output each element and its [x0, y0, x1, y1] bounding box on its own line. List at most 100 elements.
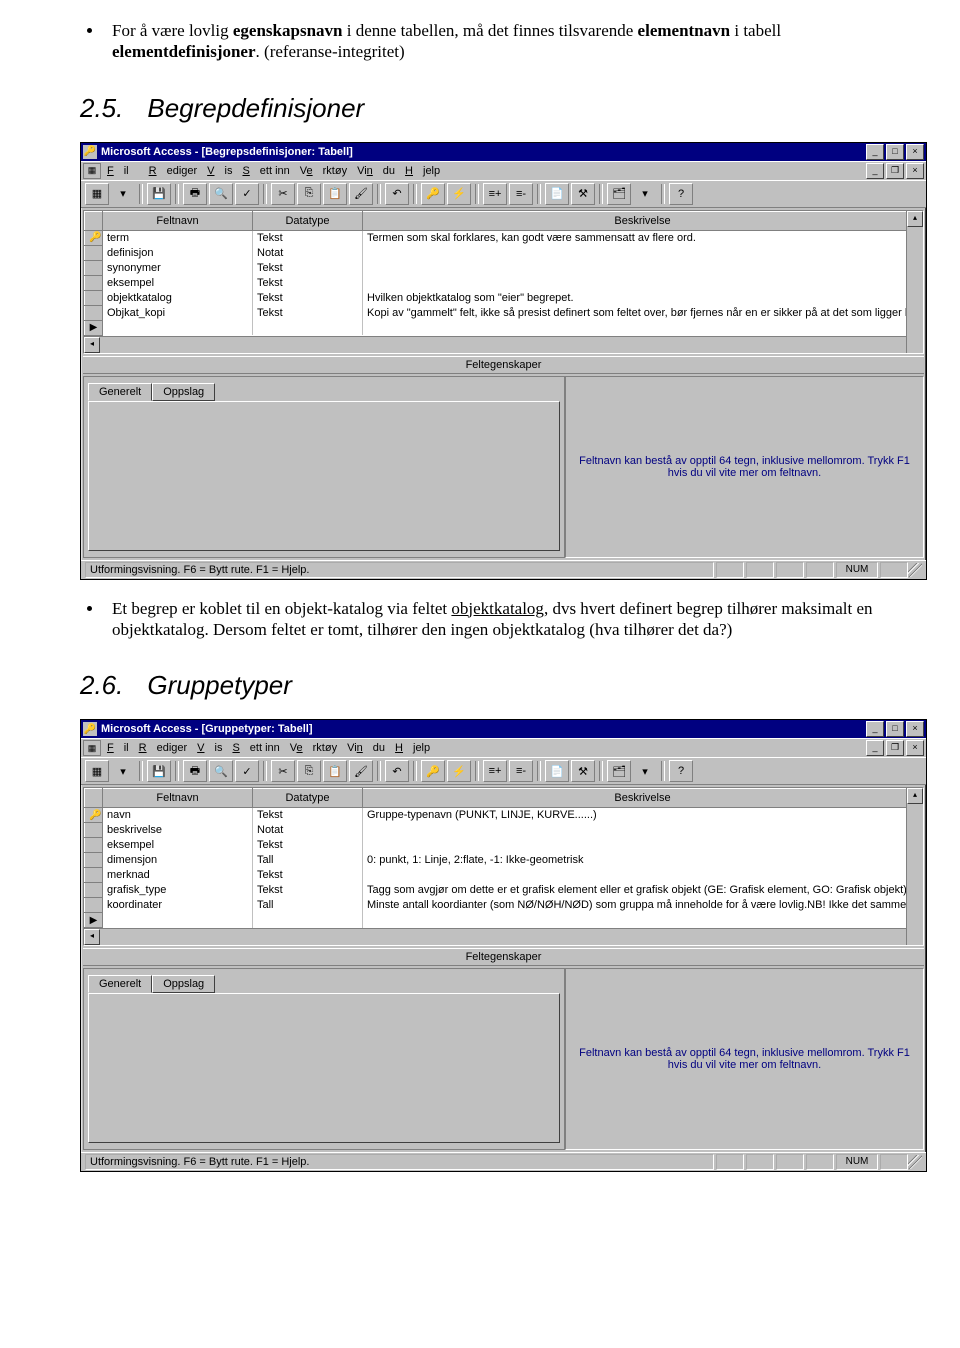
view-button[interactable]: ▦	[85, 760, 109, 782]
grid-row[interactable]: objektkatalogTekstHvilken objektkatalog …	[85, 290, 923, 305]
copy-button[interactable]: ⎘	[297, 760, 321, 782]
resize-grip-icon[interactable]	[908, 1155, 922, 1169]
menu-vis[interactable]: Vis	[197, 742, 222, 754]
doc-close-button[interactable]: ×	[906, 740, 924, 756]
grid-row[interactable]: synonymerTekst	[85, 260, 923, 275]
cut-button[interactable]: ✂	[271, 183, 295, 205]
grid-row[interactable]: ▶	[85, 320, 923, 335]
paste-button[interactable]: 📋	[323, 183, 347, 205]
delete-rows-button[interactable]: ≡-	[509, 760, 533, 782]
h-scrollbar[interactable]: ◂▸	[84, 928, 923, 945]
tab-generelt[interactable]: Generelt	[88, 975, 152, 993]
view-dropdown[interactable]: ▾	[111, 760, 135, 782]
section-2-5-heading: 2.5.Begrepdefinisjoner	[80, 93, 900, 124]
format-button[interactable]: 🖌	[349, 760, 373, 782]
build-button[interactable]: ⚒	[571, 183, 595, 205]
menu-rediger[interactable]: Rediger	[149, 165, 198, 177]
tab-oppslag[interactable]: Oppslag	[152, 383, 215, 401]
close-button[interactable]: ×	[906, 144, 924, 160]
insert-rows-button[interactable]: ≡+	[483, 183, 507, 205]
menu-rediger[interactable]: Rediger	[139, 742, 188, 754]
menu-vis[interactable]: Vis	[207, 165, 232, 177]
spell-button[interactable]: ✓	[235, 760, 259, 782]
key-button[interactable]: 🔑	[421, 760, 445, 782]
maximize-button[interactable]: □	[886, 721, 904, 737]
cut-button[interactable]: ✂	[271, 760, 295, 782]
spell-button[interactable]: ✓	[235, 183, 259, 205]
minimize-button[interactable]: _	[866, 721, 884, 737]
insert-rows-button[interactable]: ≡+	[483, 760, 507, 782]
menu-vindu[interactable]: Vindu	[357, 165, 395, 177]
menubar[interactable]: Fil Rediger Vis Sett inn Verktøy Vindu H…	[105, 165, 866, 177]
grid-row[interactable]: koordinaterTallMinste antall koordianter…	[85, 898, 923, 913]
dbwindow-drop[interactable]: ▾	[633, 760, 657, 782]
save-button[interactable]: 💾	[147, 760, 171, 782]
dbwindow-button[interactable]: 🗂	[607, 183, 631, 205]
undo-button[interactable]: ↶	[385, 760, 409, 782]
print-button[interactable]: 🖶	[183, 183, 207, 205]
h-scrollbar[interactable]: ◂▸	[84, 336, 923, 353]
build-button[interactable]: ⚒	[571, 760, 595, 782]
grid-row[interactable]: ▶	[85, 913, 923, 928]
help-button[interactable]: ?	[669, 183, 693, 205]
grid-row[interactable]: Objkat_kopiTekstKopi av "gammelt" felt, …	[85, 305, 923, 320]
close-button[interactable]: ×	[906, 721, 924, 737]
titlebar[interactable]: 🔑 Microsoft Access - [Gruppetyper: Tabel…	[81, 720, 926, 738]
doc-restore-button[interactable]: ❐	[886, 163, 904, 179]
design-grid[interactable]: Feltnavn Datatype Beskrivelse 🔑termTekst…	[83, 210, 924, 354]
dbwindow-drop[interactable]: ▾	[633, 183, 657, 205]
titlebar[interactable]: 🔑 Microsoft Access - [Begrepsdefinisjone…	[81, 143, 926, 161]
grid-row[interactable]: dimensjonTall0: punkt, 1: Linje, 2:flate…	[85, 853, 923, 868]
grid-row[interactable]: 🔑navnTekstGruppe-typenavn (PUNKT, LINJE,…	[85, 808, 923, 823]
lightning-button[interactable]: ⚡	[447, 183, 471, 205]
tab-generelt[interactable]: Generelt	[88, 383, 152, 401]
menu-settinn[interactable]: Sett inn	[232, 742, 279, 754]
grid-row[interactable]: definisjonNotat	[85, 245, 923, 260]
tab-oppslag[interactable]: Oppslag	[152, 975, 215, 993]
grid-row[interactable]: eksempelTekst	[85, 275, 923, 290]
preview-button[interactable]: 🔍	[209, 183, 233, 205]
doc-restore-button[interactable]: ❐	[886, 740, 904, 756]
delete-rows-button[interactable]: ≡-	[509, 183, 533, 205]
menu-settinn[interactable]: Sett inn	[242, 165, 289, 177]
menu-verktoy[interactable]: Verktøy	[300, 165, 347, 177]
access-window-begrep: 🔑 Microsoft Access - [Begrepsdefinisjone…	[80, 142, 927, 580]
menu-verktoy[interactable]: Verktøy	[290, 742, 337, 754]
paste-button[interactable]: 📋	[323, 760, 347, 782]
copy-button[interactable]: ⎘	[297, 183, 321, 205]
grid-row[interactable]: eksempelTekst	[85, 838, 923, 853]
grid-row[interactable]: 🔑termTekstTermen som skal forklares, kan…	[85, 230, 923, 245]
minimize-button[interactable]: _	[866, 144, 884, 160]
resize-grip-icon[interactable]	[908, 563, 922, 577]
print-button[interactable]: 🖶	[183, 760, 207, 782]
help-button[interactable]: ?	[669, 760, 693, 782]
preview-button[interactable]: 🔍	[209, 760, 233, 782]
v-scrollbar[interactable]: ▴	[906, 211, 923, 353]
doc-close-button[interactable]: ×	[906, 163, 924, 179]
view-button[interactable]: ▦	[85, 183, 109, 205]
grid-row[interactable]: beskrivelseNotat	[85, 823, 923, 838]
properties-button[interactable]: 📄	[545, 183, 569, 205]
grid-row[interactable]: merknadTekst	[85, 868, 923, 883]
key-button[interactable]: 🔑	[421, 183, 445, 205]
menu-hjelp[interactable]: Hjelp	[395, 742, 430, 754]
doc-minimize-button[interactable]: _	[866, 163, 884, 179]
maximize-button[interactable]: □	[886, 144, 904, 160]
v-scrollbar[interactable]: ▴	[906, 788, 923, 945]
properties-button[interactable]: 📄	[545, 760, 569, 782]
menu-fil[interactable]: Fil	[107, 742, 129, 754]
lightning-button[interactable]: ⚡	[447, 760, 471, 782]
menu-vindu[interactable]: Vindu	[347, 742, 385, 754]
doc-minimize-button[interactable]: _	[866, 740, 884, 756]
grid-row[interactable]: grafisk_typeTekstTagg som avgjør om dett…	[85, 883, 923, 898]
dbwindow-button[interactable]: 🗂	[607, 760, 631, 782]
menu-fil[interactable]: Fil	[107, 165, 139, 177]
save-button[interactable]: 💾	[147, 183, 171, 205]
view-dropdown[interactable]: ▾	[111, 183, 135, 205]
bullet-2: Et begrep er koblet til en objekt-katalo…	[104, 598, 900, 641]
menu-hjelp[interactable]: Hjelp	[405, 165, 440, 177]
menubar[interactable]: Fil Rediger Vis Sett inn Verktøy Vindu H…	[105, 742, 866, 754]
undo-button[interactable]: ↶	[385, 183, 409, 205]
design-grid[interactable]: Feltnavn Datatype Beskrivelse 🔑navnTekst…	[83, 787, 924, 946]
format-button[interactable]: 🖌	[349, 183, 373, 205]
